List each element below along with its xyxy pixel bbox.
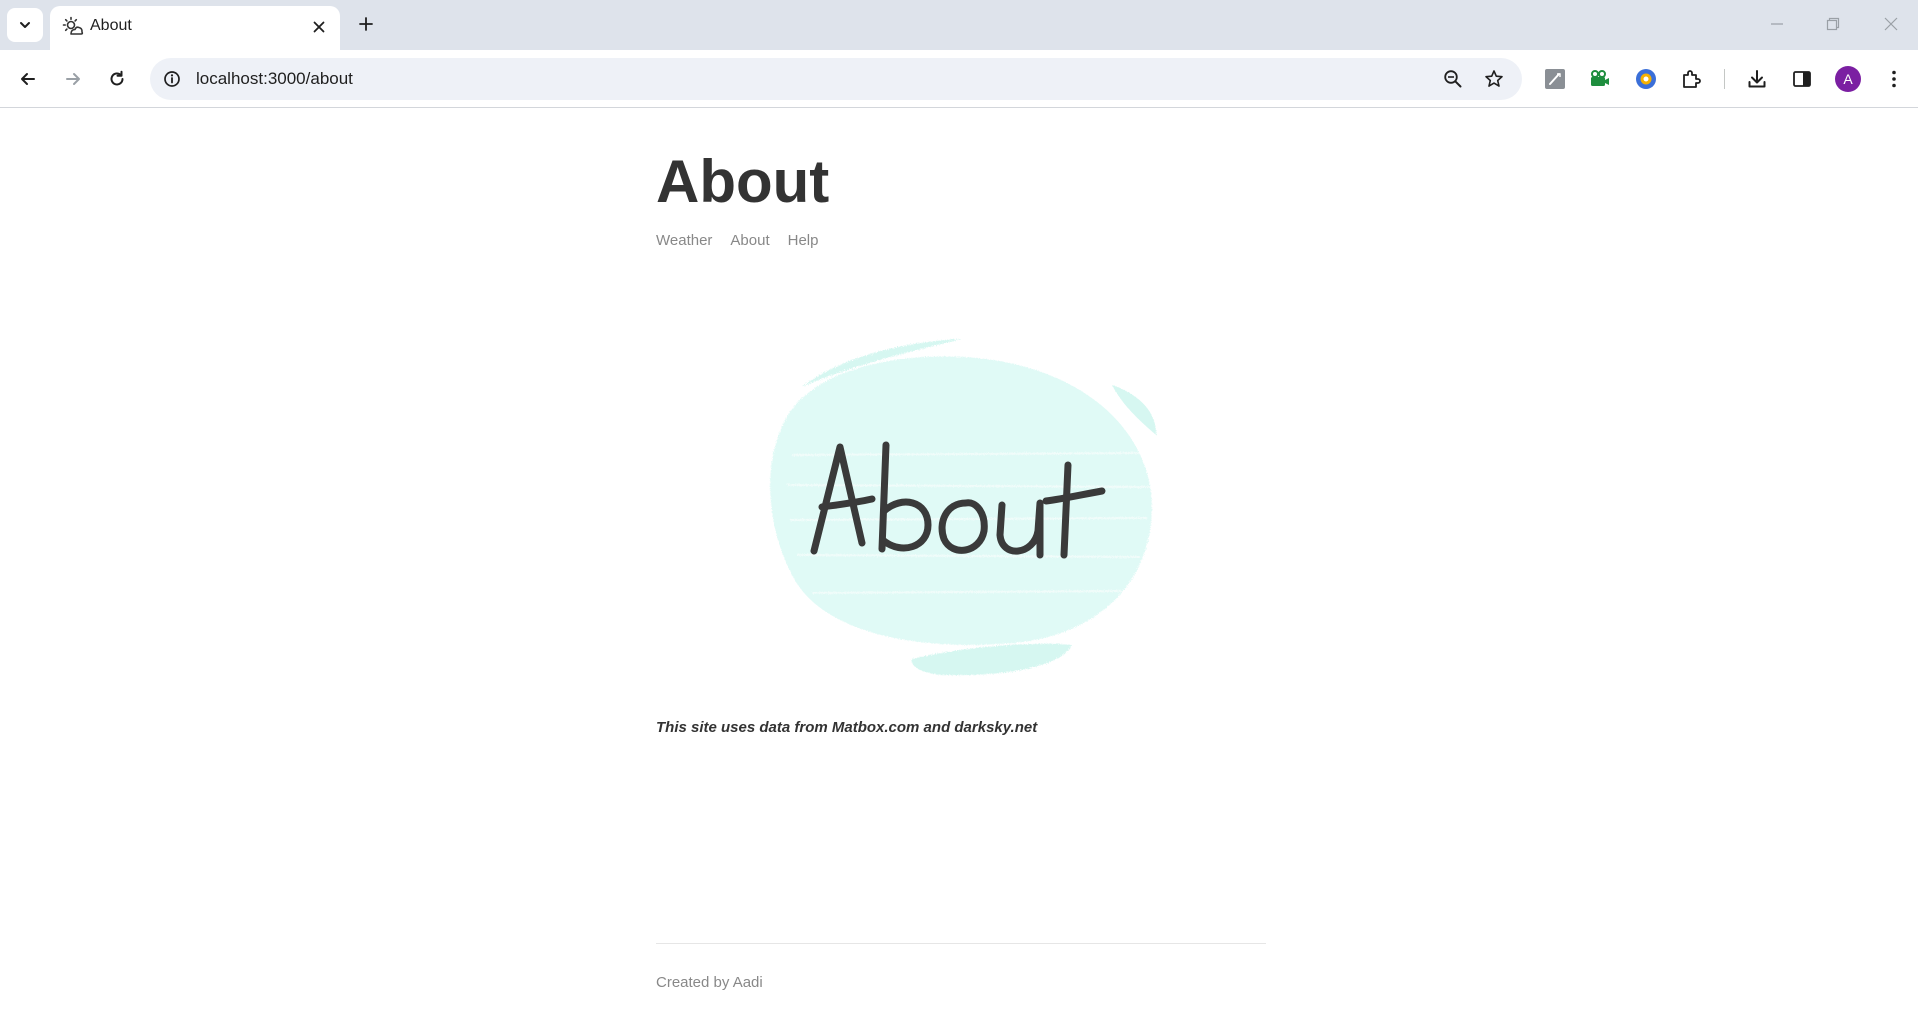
forward-button[interactable]	[56, 62, 90, 96]
toolbar-separator	[1724, 69, 1725, 89]
side-panel-button[interactable]	[1787, 64, 1817, 94]
restore-button[interactable]	[1818, 10, 1848, 38]
tab-strip: About	[0, 0, 1918, 50]
info-icon	[164, 71, 180, 87]
arrow-left-icon	[21, 73, 35, 85]
address-bar[interactable]: localhost:3000/about	[150, 58, 1522, 100]
back-button[interactable]	[11, 62, 45, 96]
about-illustration	[770, 339, 1157, 676]
globe-extension-icon	[1636, 69, 1656, 89]
active-tab[interactable]: About	[50, 6, 340, 50]
site-info-button[interactable]	[160, 67, 184, 91]
new-tab-button[interactable]	[352, 10, 380, 38]
download-icon	[1748, 70, 1766, 88]
close-window-button[interactable]	[1876, 10, 1906, 38]
puzzle-icon	[1683, 70, 1701, 88]
arrow-right-icon	[66, 73, 80, 85]
page-footer: Created by Aadi	[656, 943, 1266, 991]
plus-icon	[359, 17, 373, 31]
browser-toolbar: localhost:3000/about	[0, 50, 1918, 108]
pen-extension-icon	[1545, 69, 1565, 89]
video-camera-icon	[1591, 70, 1609, 86]
reload-icon	[110, 70, 124, 86]
chevron-down-icon	[20, 22, 30, 28]
zoom-out-icon	[1444, 70, 1462, 88]
nav-link-help[interactable]: Help	[788, 232, 819, 249]
side-panel-icon	[1793, 71, 1811, 87]
more-vertical-icon	[1892, 70, 1896, 88]
minimize-icon	[1771, 23, 1783, 25]
extension-vpn-button[interactable]	[1631, 64, 1661, 94]
nav-link-weather[interactable]: Weather	[656, 232, 712, 249]
extension-camera-button[interactable]	[1585, 64, 1615, 94]
extensions-button[interactable]	[1676, 64, 1706, 94]
tab-close-button[interactable]	[308, 16, 330, 38]
bookmark-button[interactable]	[1482, 67, 1506, 91]
zoom-button[interactable]	[1441, 67, 1465, 91]
tab-search-button[interactable]	[7, 8, 43, 42]
profile-avatar[interactable]: A	[1835, 66, 1861, 92]
browser-menu-button[interactable]	[1879, 64, 1909, 94]
page-title: About	[656, 148, 830, 215]
extension-pen-button[interactable]	[1540, 64, 1570, 94]
footer-credit: Created by Aadi	[656, 974, 763, 991]
weather-sun-cloud-icon	[62, 16, 84, 35]
tab-title: About	[90, 17, 132, 34]
restore-icon	[1826, 17, 1840, 31]
site-nav: Weather About Help	[656, 232, 818, 249]
minimize-button[interactable]	[1762, 10, 1792, 38]
close-icon	[313, 21, 325, 33]
reload-button[interactable]	[100, 62, 134, 96]
url-text[interactable]: localhost:3000/about	[196, 69, 353, 89]
nav-link-about[interactable]: About	[730, 232, 769, 249]
data-attribution-text: This site uses data from Matbox.com and …	[656, 719, 1038, 736]
close-window-icon	[1884, 17, 1898, 31]
star-icon	[1485, 70, 1503, 87]
downloads-button[interactable]	[1742, 64, 1772, 94]
page-viewport: About Weather About Help This site uses …	[0, 109, 1918, 1017]
